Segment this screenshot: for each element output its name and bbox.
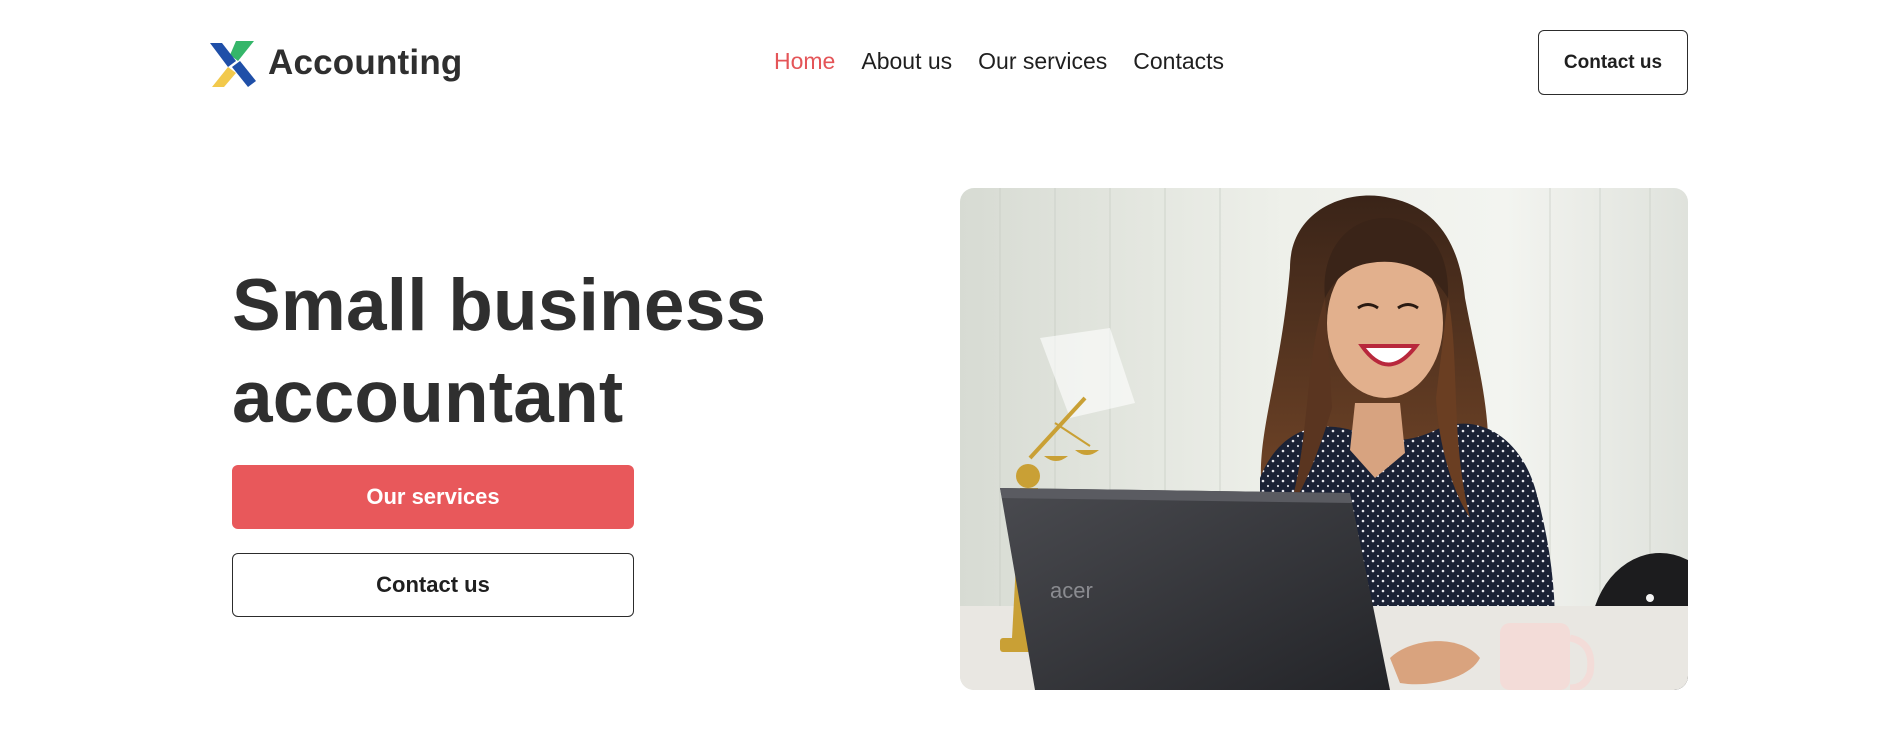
brand-name: Accounting bbox=[268, 43, 463, 82]
our-services-button[interactable]: Our services bbox=[232, 465, 634, 529]
nav-item-contacts[interactable]: Contacts bbox=[1133, 46, 1224, 76]
laptop-brand-label: acer bbox=[1050, 578, 1093, 603]
site-header: Accounting Home About us Our services Co… bbox=[0, 0, 1882, 124]
nav-item-our-services[interactable]: Our services bbox=[978, 46, 1107, 76]
header-contact-button[interactable]: Contact us bbox=[1538, 30, 1688, 95]
hero-title-line-2: accountant bbox=[232, 357, 624, 438]
main-nav: Home About us Our services Contacts bbox=[774, 46, 1224, 76]
contact-us-button[interactable]: Contact us bbox=[232, 553, 634, 617]
hero-photo: acer bbox=[960, 188, 1688, 690]
hero-photo-illustration: acer bbox=[960, 188, 1688, 690]
nav-item-home[interactable]: Home bbox=[774, 46, 835, 76]
brand-logo[interactable]: Accounting bbox=[206, 37, 462, 89]
x-cross-logo-icon bbox=[210, 41, 256, 87]
nav-item-about-us[interactable]: About us bbox=[861, 46, 952, 76]
hero-title-line-1: Small business bbox=[232, 265, 767, 346]
hero-title: Small business accountant bbox=[232, 260, 852, 444]
